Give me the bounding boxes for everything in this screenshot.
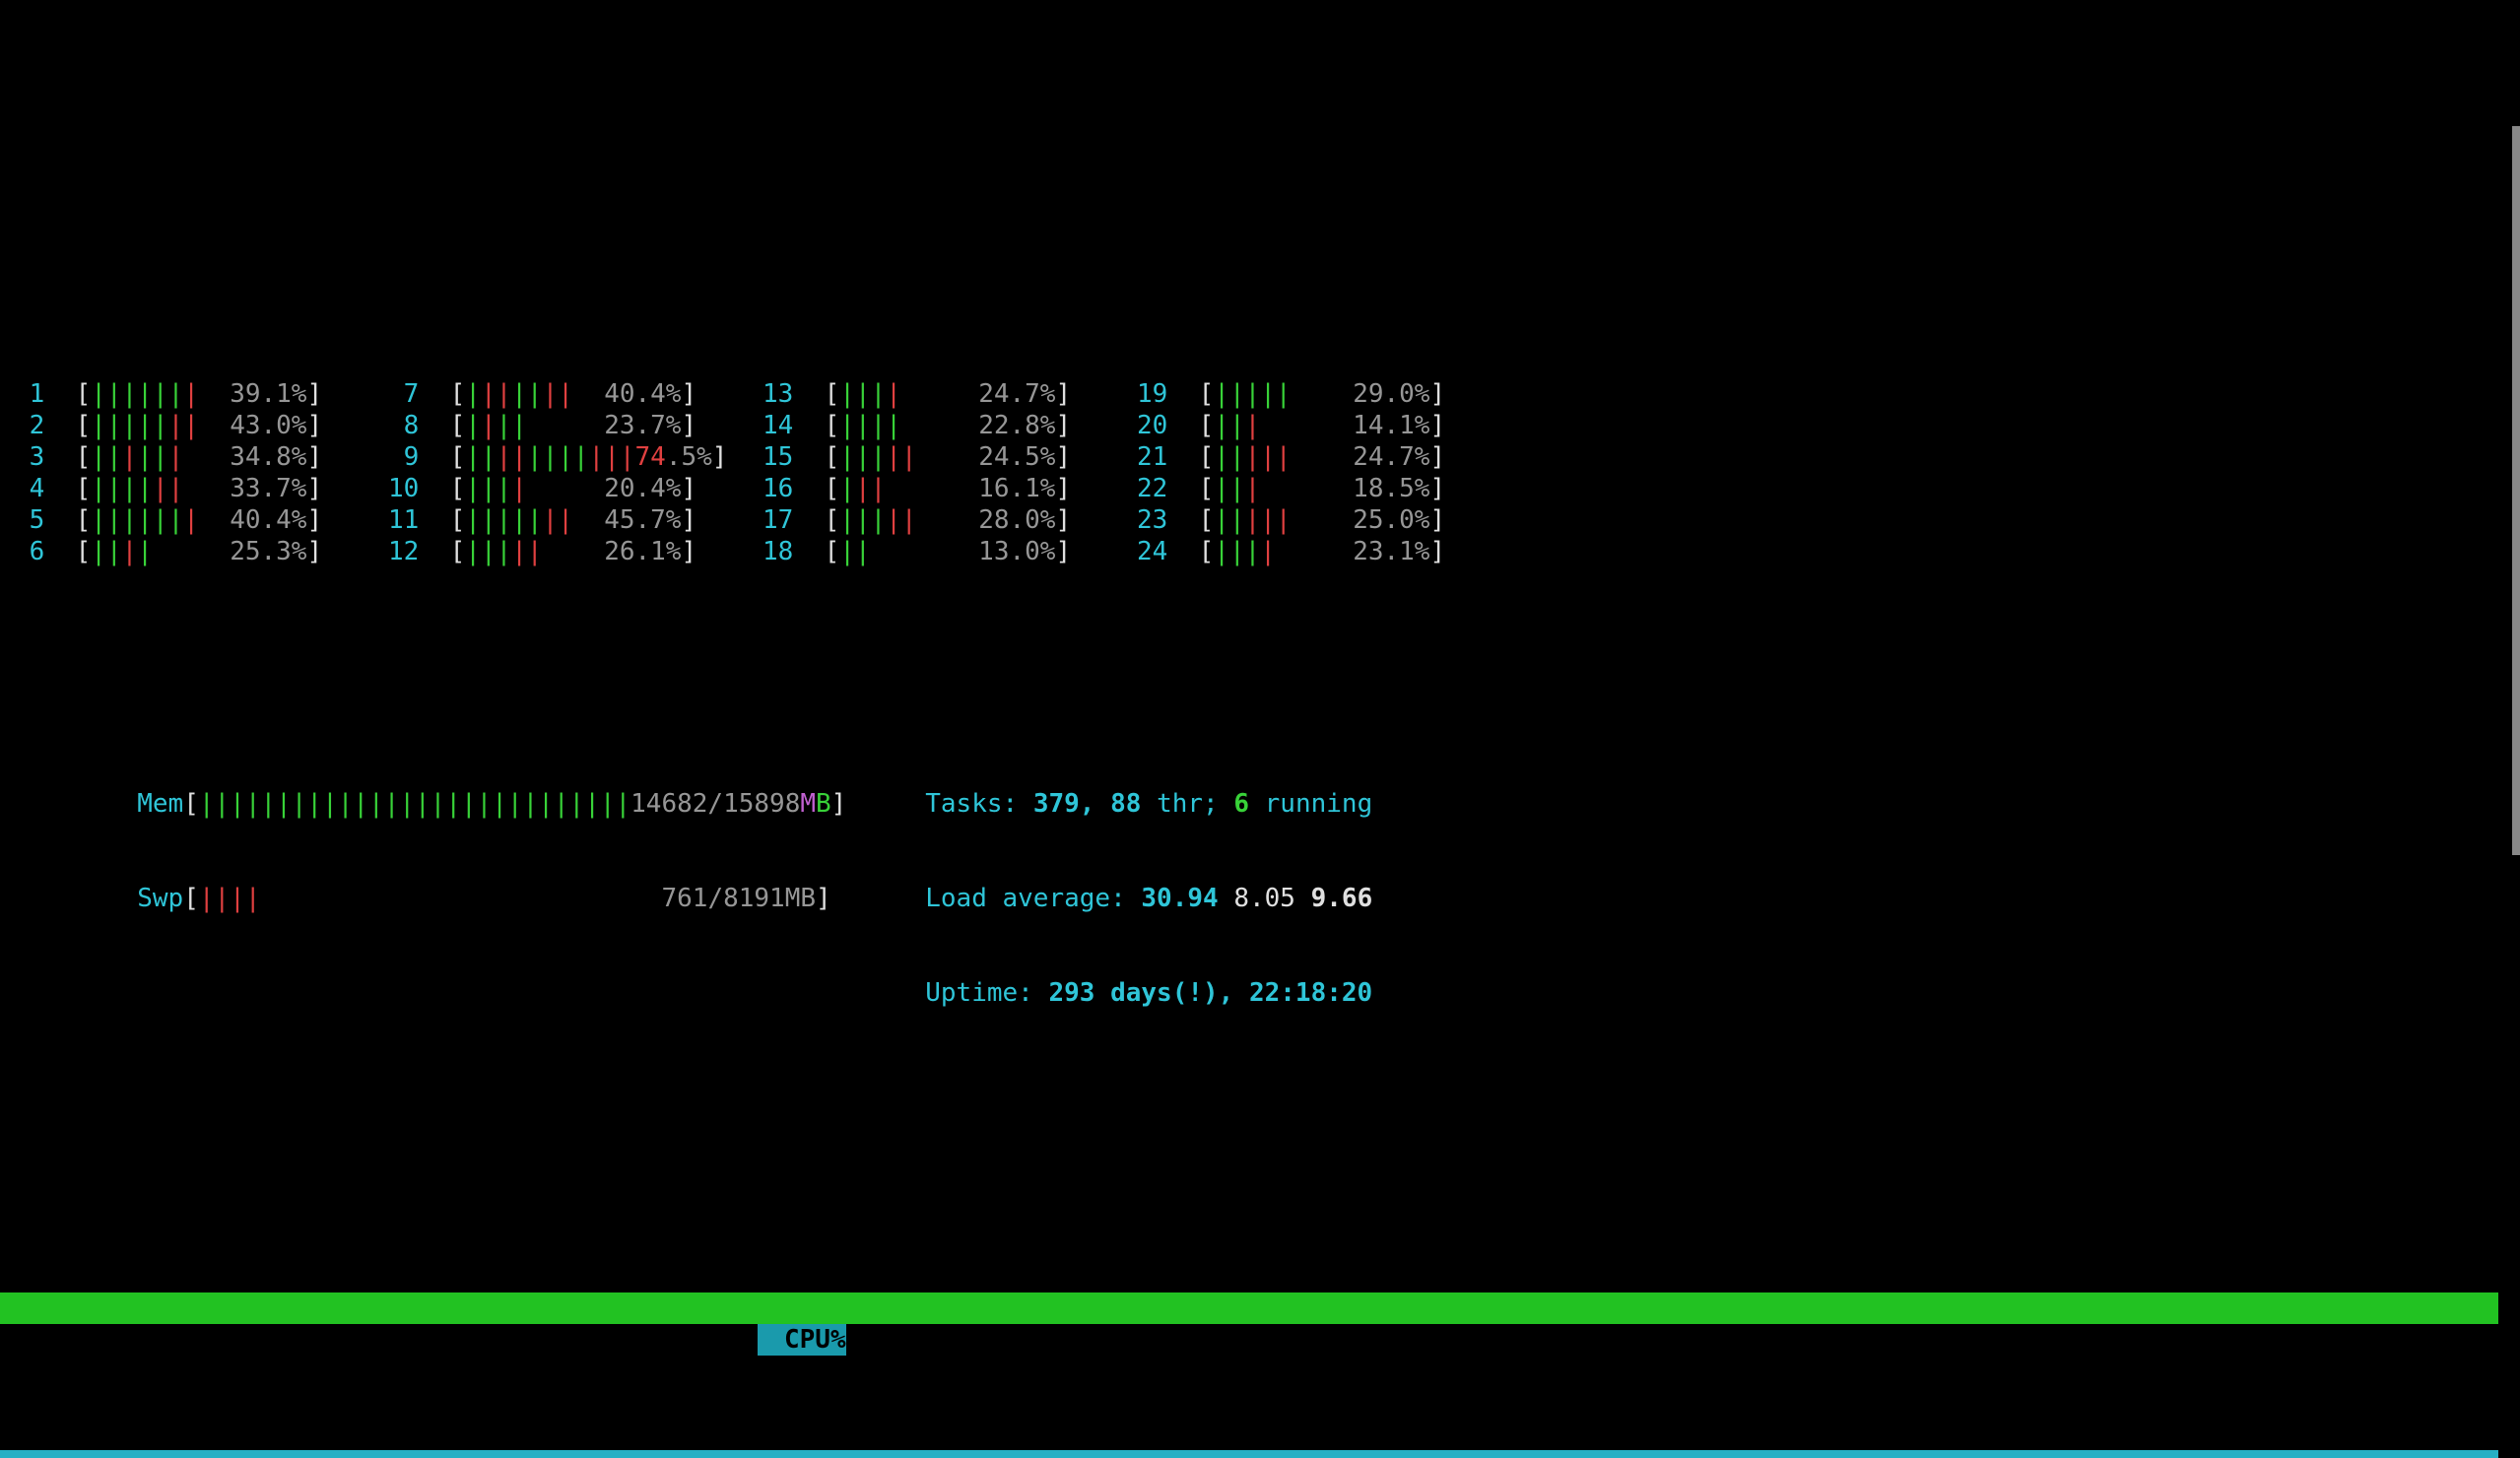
blank-top bbox=[14, 227, 2512, 252]
cpu-meter-3: 3 [|||||| 34.8%] bbox=[14, 441, 388, 473]
uptime-line: Uptime: 293 days(!), 22:18:20 bbox=[802, 946, 1372, 977]
uptime-value: 293 days(!), 22:18:20 bbox=[1048, 978, 1372, 1008]
cpu-meter-17: 17 [||||| 28.0%] bbox=[763, 504, 1137, 536]
tasks-threads: 88 bbox=[1110, 789, 1141, 819]
cpu-meter-21: 21 [||||| 24.7%] bbox=[1137, 441, 1511, 473]
cpu-meter-16: 16 [||| 16.1%] bbox=[763, 473, 1137, 504]
hdr-s[interactable]: S bbox=[728, 1324, 758, 1356]
htop-window: 1 [||||||| 39.1%] 2 [||||||| 43.0%] 3 [|… bbox=[0, 126, 2520, 855]
swp-label: Swp bbox=[137, 884, 183, 913]
hdr-user[interactable]: USER bbox=[151, 1324, 314, 1356]
cpu-meter-24: 24 [|||| 23.1%] bbox=[1137, 536, 1511, 567]
load-1: 30.94 bbox=[1141, 884, 1218, 913]
cpu-meter-4: 4 [|||||| 33.7%] bbox=[14, 473, 388, 504]
cpu-meter-8: 8 [|||| 23.7%] bbox=[388, 410, 763, 441]
hdr-pri[interactable]: PRI bbox=[314, 1324, 373, 1356]
load-15: 9.66 bbox=[1311, 884, 1373, 913]
tasks-total: 379, bbox=[1033, 789, 1095, 819]
hdr-cpu[interactable]: CPU% bbox=[758, 1324, 846, 1356]
cpu-meter-12: 12 [||||| 26.1%] bbox=[388, 536, 763, 567]
hdr-pid[interactable]: PID bbox=[62, 1324, 151, 1356]
hdr-virt[interactable]: VIRT bbox=[432, 1324, 531, 1356]
hdr-shr[interactable]: SHR bbox=[630, 1324, 728, 1356]
hdr-cmd[interactable]: Command bbox=[1093, 1324, 1221, 1356]
cpu-meter-area: 1 [||||||| 39.1%] 2 [||||||| 43.0%] 3 [|… bbox=[14, 378, 2512, 567]
tasks-line: Tasks: 379, 88 thr; 6 running bbox=[802, 757, 1372, 788]
hdr-ni[interactable]: NI bbox=[373, 1324, 432, 1356]
mem-label: Mem bbox=[137, 789, 183, 819]
cpu-meter-22: 22 [||| 18.5%] bbox=[1137, 473, 1511, 504]
cpu-meter-11: 11 [||||||| 45.7%] bbox=[388, 504, 763, 536]
tasks-label: Tasks: bbox=[925, 789, 1018, 819]
cpu-meter-5: 5 [||||||| 40.4%] bbox=[14, 504, 388, 536]
cpu-meter-13: 13 [|||| 24.7%] bbox=[763, 378, 1137, 410]
load-label: Load average: bbox=[925, 884, 1126, 913]
cpu-meter-20: 20 [||| 14.1%] bbox=[1137, 410, 1511, 441]
mem-bars: |||||||||||||||||||||||||||| bbox=[199, 789, 630, 819]
hdr-mem[interactable]: MEM% bbox=[846, 1324, 925, 1356]
hdr-time[interactable]: TIME+ bbox=[925, 1324, 1093, 1356]
tasks-running: 6 bbox=[1233, 789, 1249, 819]
load-5: 8.05 bbox=[1233, 884, 1295, 913]
swap-meter: Swp[|||| 761/8191MB] bbox=[14, 851, 763, 883]
hdr-res[interactable]: RES bbox=[531, 1324, 630, 1356]
cpu-meter-1: 1 [||||||| 39.1%] bbox=[14, 378, 388, 410]
cpu-meter-23: 23 [||||| 25.0%] bbox=[1137, 504, 1511, 536]
cpu-meter-7: 7 [||||||| 40.4%] bbox=[388, 378, 763, 410]
spacer bbox=[14, 1135, 2512, 1166]
cpu-meter-6: 6 [|||| 25.3%] bbox=[14, 536, 388, 567]
cpu-meter-14: 14 [|||| 22.8%] bbox=[763, 410, 1137, 441]
load-line: Load average: 30.94 8.05 9.66 bbox=[802, 851, 1372, 883]
summary-block: Tasks: 379, 88 thr; 6 running Load avera… bbox=[763, 694, 1372, 1040]
cpu-meter-19: 19 [||||| 29.0%] bbox=[1137, 378, 1511, 410]
cpu-meter-10: 10 [|||| 20.4%] bbox=[388, 473, 763, 504]
mem-summary-row: Mem[||||||||||||||||||||||||||||14682/15… bbox=[14, 694, 2512, 1040]
cpu-meter-18: 18 [|| 13.0%] bbox=[763, 536, 1137, 567]
process-header[interactable]: PIDUSERPRINIVIRTRESSHRSCPU%MEM%TIME+Comm… bbox=[0, 1292, 2498, 1324]
cpu-meter-9: 9 [|||||||||||74.5%] bbox=[388, 441, 763, 473]
process-row-selected[interactable]: 42413root20017.2G11.8G996S97.075.93:40.5… bbox=[0, 1450, 2498, 1458]
cpu-meter-15: 15 [||||| 24.5%] bbox=[763, 441, 1137, 473]
cpu-meter-2: 2 [||||||| 43.0%] bbox=[14, 410, 388, 441]
swp-bars: |||| bbox=[199, 884, 261, 913]
memory-meter: Mem[||||||||||||||||||||||||||||14682/15… bbox=[14, 757, 763, 788]
uptime-label: Uptime: bbox=[925, 978, 1033, 1008]
